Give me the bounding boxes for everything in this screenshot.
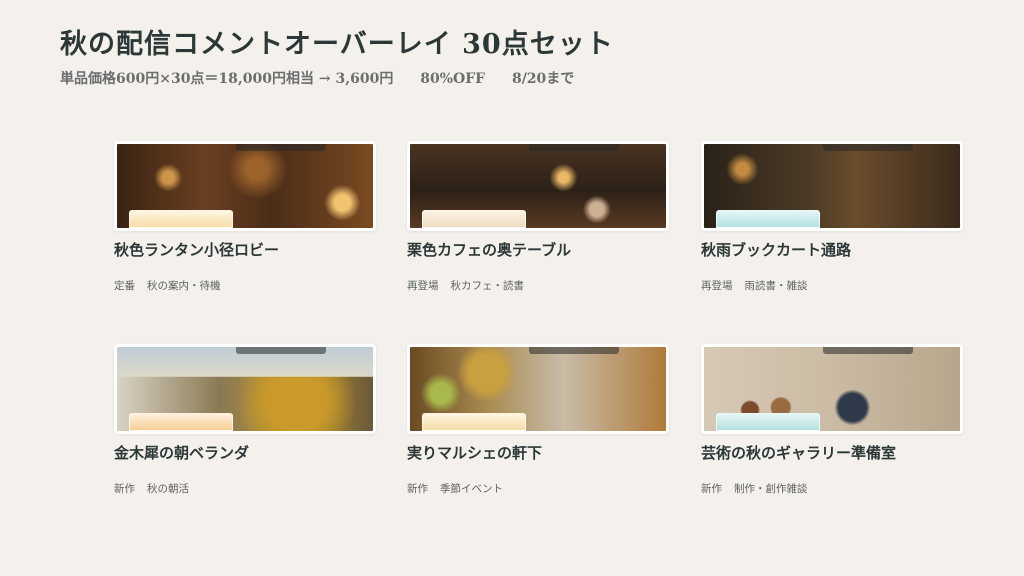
product-thumbnail[interactable] (701, 141, 963, 231)
tag-status: 再登場 (407, 280, 439, 292)
product-thumbnail[interactable] (407, 344, 669, 434)
product-tags: 新作 秋の朝活 (114, 481, 376, 496)
product-card[interactable]: 実りマルシェの軒下 新作 季節イベント (407, 344, 669, 496)
product-card[interactable]: 金木犀の朝ベランダ 新作 秋の朝活 (114, 344, 376, 496)
product-card[interactable]: 秋雨ブックカート通路 再登場 雨読書・雑談 (701, 141, 963, 293)
overlay-topbar (529, 347, 619, 354)
product-tags: 定番 秋の案内・待機 (114, 278, 376, 293)
product-thumbnail[interactable] (114, 344, 376, 434)
deadline-text: 8/20まで (511, 71, 575, 87)
tag-status: 新作 (407, 483, 428, 495)
product-title[interactable]: 芸術の秋のギャラリー準備室 (701, 442, 963, 463)
overlay-topbar (823, 144, 913, 151)
overlay-topbar (529, 144, 619, 151)
comment-overlay-box (129, 210, 233, 228)
product-thumbnail[interactable] (407, 141, 669, 231)
tag-status: 新作 (114, 483, 135, 495)
tag-status: 新作 (701, 483, 722, 495)
comment-overlay-box (422, 210, 526, 228)
comment-overlay-box (422, 413, 526, 431)
product-title[interactable]: 秋雨ブックカート通路 (701, 239, 963, 260)
tag-status: 定番 (114, 280, 135, 292)
product-title[interactable]: 栗色カフェの奥テーブル (407, 239, 669, 260)
product-tags: 再登場 秋カフェ・読書 (407, 278, 669, 293)
tag-use: 制作・創作雑談 (734, 483, 808, 495)
tag-status: 再登場 (701, 280, 733, 292)
tag-use: 秋の朝活 (147, 483, 189, 495)
product-thumbnail[interactable] (701, 344, 963, 434)
page-title: 秋の配信コメントオーバーレイ 30点セット (60, 29, 614, 60)
product-card[interactable]: 栗色カフェの奥テーブル 再登場 秋カフェ・読書 (407, 141, 669, 293)
product-thumbnail[interactable] (114, 141, 376, 231)
product-card[interactable]: 秋色ランタン小径ロビー 定番 秋の案内・待機 (114, 141, 376, 293)
tag-use: 秋カフェ・読書 (450, 280, 525, 292)
product-tags: 再登場 雨読書・雑談 (701, 278, 963, 293)
tag-use: 季節イベント (440, 483, 503, 495)
comment-overlay-box (129, 413, 233, 431)
tag-use: 雨読書・雑談 (744, 280, 808, 292)
product-title[interactable]: 金木犀の朝ベランダ (114, 442, 376, 463)
price-text: 単品価格600円×30点＝18,000円相当 → 3,600円 (60, 71, 394, 87)
overlay-topbar (236, 144, 326, 151)
tag-use: 秋の案内・待機 (147, 280, 221, 292)
page-subtitle: 単品価格600円×30点＝18,000円相当 → 3,600円 80%OFF 8… (60, 68, 596, 88)
product-title[interactable]: 実りマルシェの軒下 (407, 442, 669, 463)
comment-overlay-box (716, 210, 820, 228)
product-title[interactable]: 秋色ランタン小径ロビー (114, 239, 376, 260)
product-card[interactable]: 芸術の秋のギャラリー準備室 新作 制作・創作雑談 (701, 344, 963, 496)
overlay-topbar (823, 347, 913, 354)
overlay-topbar (236, 347, 326, 354)
comment-overlay-box (716, 413, 820, 431)
product-tags: 新作 制作・創作雑談 (701, 481, 963, 496)
discount-text: 80%OFF (420, 71, 486, 87)
product-tags: 新作 季節イベント (407, 481, 669, 496)
